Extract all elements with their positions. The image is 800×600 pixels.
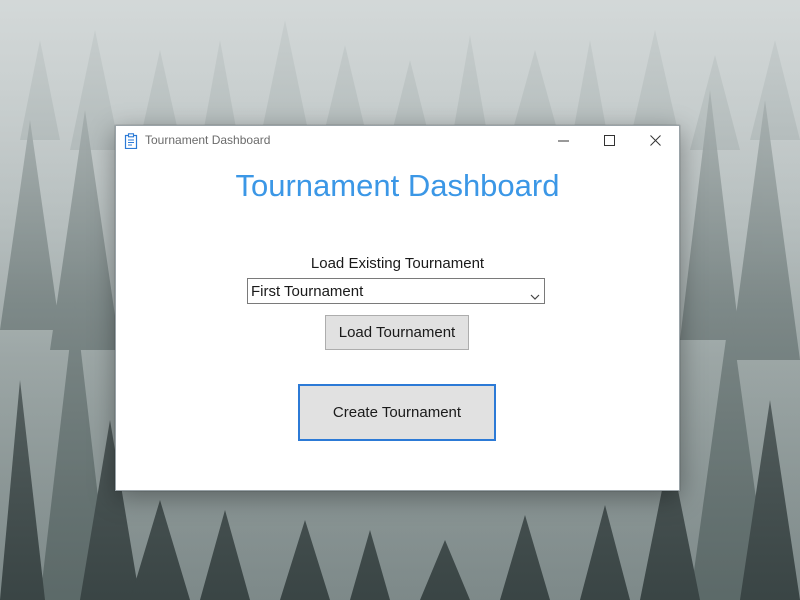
load-tournament-button[interactable]: Load Tournament bbox=[325, 315, 469, 350]
close-button[interactable] bbox=[633, 126, 679, 156]
minimize-icon bbox=[558, 140, 569, 142]
chevron-down-icon bbox=[530, 288, 540, 306]
window-title: Tournament Dashboard bbox=[145, 133, 271, 147]
title-bar[interactable]: Tournament Dashboard bbox=[116, 126, 679, 156]
create-tournament-button[interactable]: Create Tournament bbox=[298, 384, 496, 441]
tournament-select[interactable]: First Tournament bbox=[247, 278, 545, 304]
maximize-button[interactable] bbox=[587, 126, 633, 156]
load-existing-label: Load Existing Tournament bbox=[310, 255, 485, 272]
tournament-dashboard-window: Tournament Dashboard Tournament Dashboar… bbox=[115, 125, 680, 491]
minimize-button[interactable] bbox=[541, 126, 587, 156]
close-icon bbox=[650, 135, 661, 146]
tournament-select-value: First Tournament bbox=[251, 283, 364, 300]
maximize-icon bbox=[604, 135, 615, 146]
clipboard-icon bbox=[124, 133, 138, 150]
page-heading: Tournament Dashboard bbox=[235, 168, 560, 203]
